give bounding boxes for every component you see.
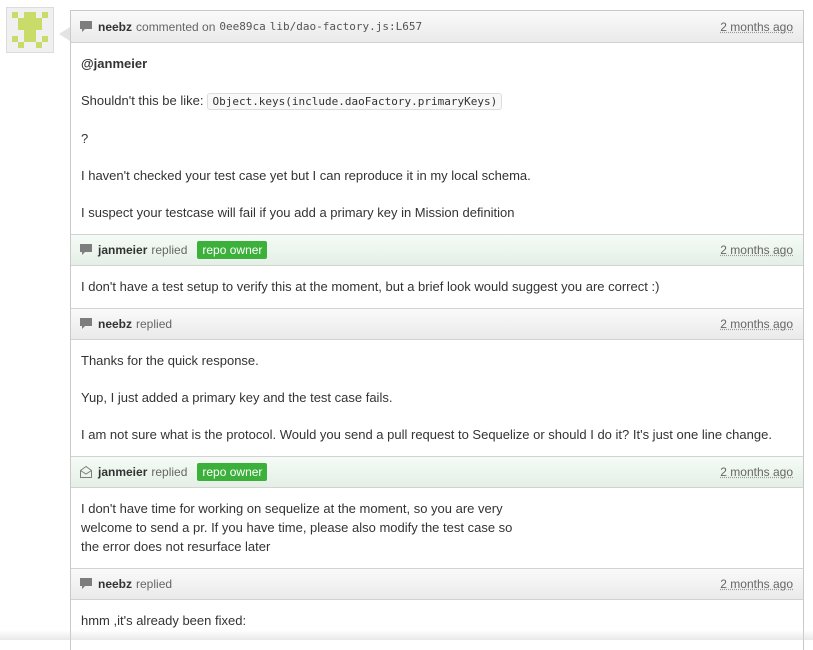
author-link[interactable]: neebz [98, 317, 132, 331]
reply-header: neebz replied 2 months ago [71, 568, 803, 600]
comment-text: Shouldn't this be like: [81, 93, 204, 108]
thread-pointer [59, 27, 70, 41]
reply-body: I don't have time for working on sequeli… [71, 488, 803, 568]
action-text: replied [151, 243, 188, 257]
commit-link[interactable]: 0ee89ca [219, 20, 265, 33]
action-text: replied [151, 465, 188, 479]
comment-paragraph: I haven't checked your test case yet but… [81, 168, 531, 183]
reply-paragraph: Thanks for the quick response. [81, 353, 259, 368]
author-link[interactable]: neebz [98, 20, 132, 34]
reply-line: welcome to send a pr. If you have time, … [81, 520, 513, 535]
inline-code: Object.keys(include.daoFactory.primaryKe… [207, 93, 503, 110]
author-link[interactable]: janmeier [98, 243, 147, 257]
reply-header: janmeier replied repo owner 2 months ago [71, 234, 803, 266]
repo-owner-badge: repo owner [197, 241, 268, 259]
reply-line: I don't have time for working on sequeli… [81, 501, 503, 516]
action-text: commented on [136, 19, 216, 34]
reply-text: hmm ,it's already been fixed: [81, 613, 247, 628]
comment-thread: neebz commented on 0ee89ca lib/dao-facto… [70, 10, 804, 650]
comment-icon [79, 577, 93, 591]
timestamp[interactable]: 2 months ago [720, 243, 793, 257]
timestamp[interactable]: 2 months ago [720, 20, 793, 34]
mention-link[interactable]: @janmeier [81, 54, 793, 73]
avatar[interactable] [6, 7, 54, 53]
reply-paragraph: I am not sure what is the protocol. Woul… [81, 427, 772, 442]
reply-text: I don't have a test setup to verify this… [81, 279, 660, 294]
comment-icon [79, 243, 93, 257]
comment-paragraph: Shouldn't this be like: Object.keys(inclu… [81, 91, 793, 111]
reply-header: neebz replied 2 months ago [71, 308, 803, 340]
reply-body: I don't have a test setup to verify this… [71, 266, 803, 308]
repo-owner-badge: repo owner [197, 463, 268, 481]
comment-paragraph: I suspect your testcase will fail if you… [81, 205, 515, 220]
comment-paragraph: ? [81, 131, 89, 146]
comment-icon [79, 317, 93, 331]
timestamp[interactable]: 2 months ago [720, 577, 793, 591]
reply-line: the error does not resurface later [81, 539, 271, 554]
reply-header: janmeier replied repo owner 2 months ago [71, 456, 803, 488]
timestamp[interactable]: 2 months ago [720, 465, 793, 479]
email-icon [79, 465, 93, 479]
author-link[interactable]: janmeier [98, 465, 147, 479]
author-link[interactable]: neebz [98, 577, 132, 591]
identicon-icon [12, 12, 48, 48]
action-text: replied [136, 317, 173, 331]
reply-body: Thanks for the quick response. Yup, I ju… [71, 340, 803, 456]
comment-icon [79, 20, 93, 34]
comment-header: neebz commented on 0ee89ca lib/dao-facto… [71, 11, 803, 43]
reply-paragraph: Yup, I just added a primary key and the … [81, 390, 393, 405]
file-link[interactable]: lib/dao-factory.js:L657 [270, 20, 422, 33]
action-text: replied [136, 577, 173, 591]
comment-body: @janmeier Shouldn't this be like: Object.… [71, 43, 803, 234]
scroll-shadow [0, 630, 813, 640]
timestamp[interactable]: 2 months ago [720, 317, 793, 331]
